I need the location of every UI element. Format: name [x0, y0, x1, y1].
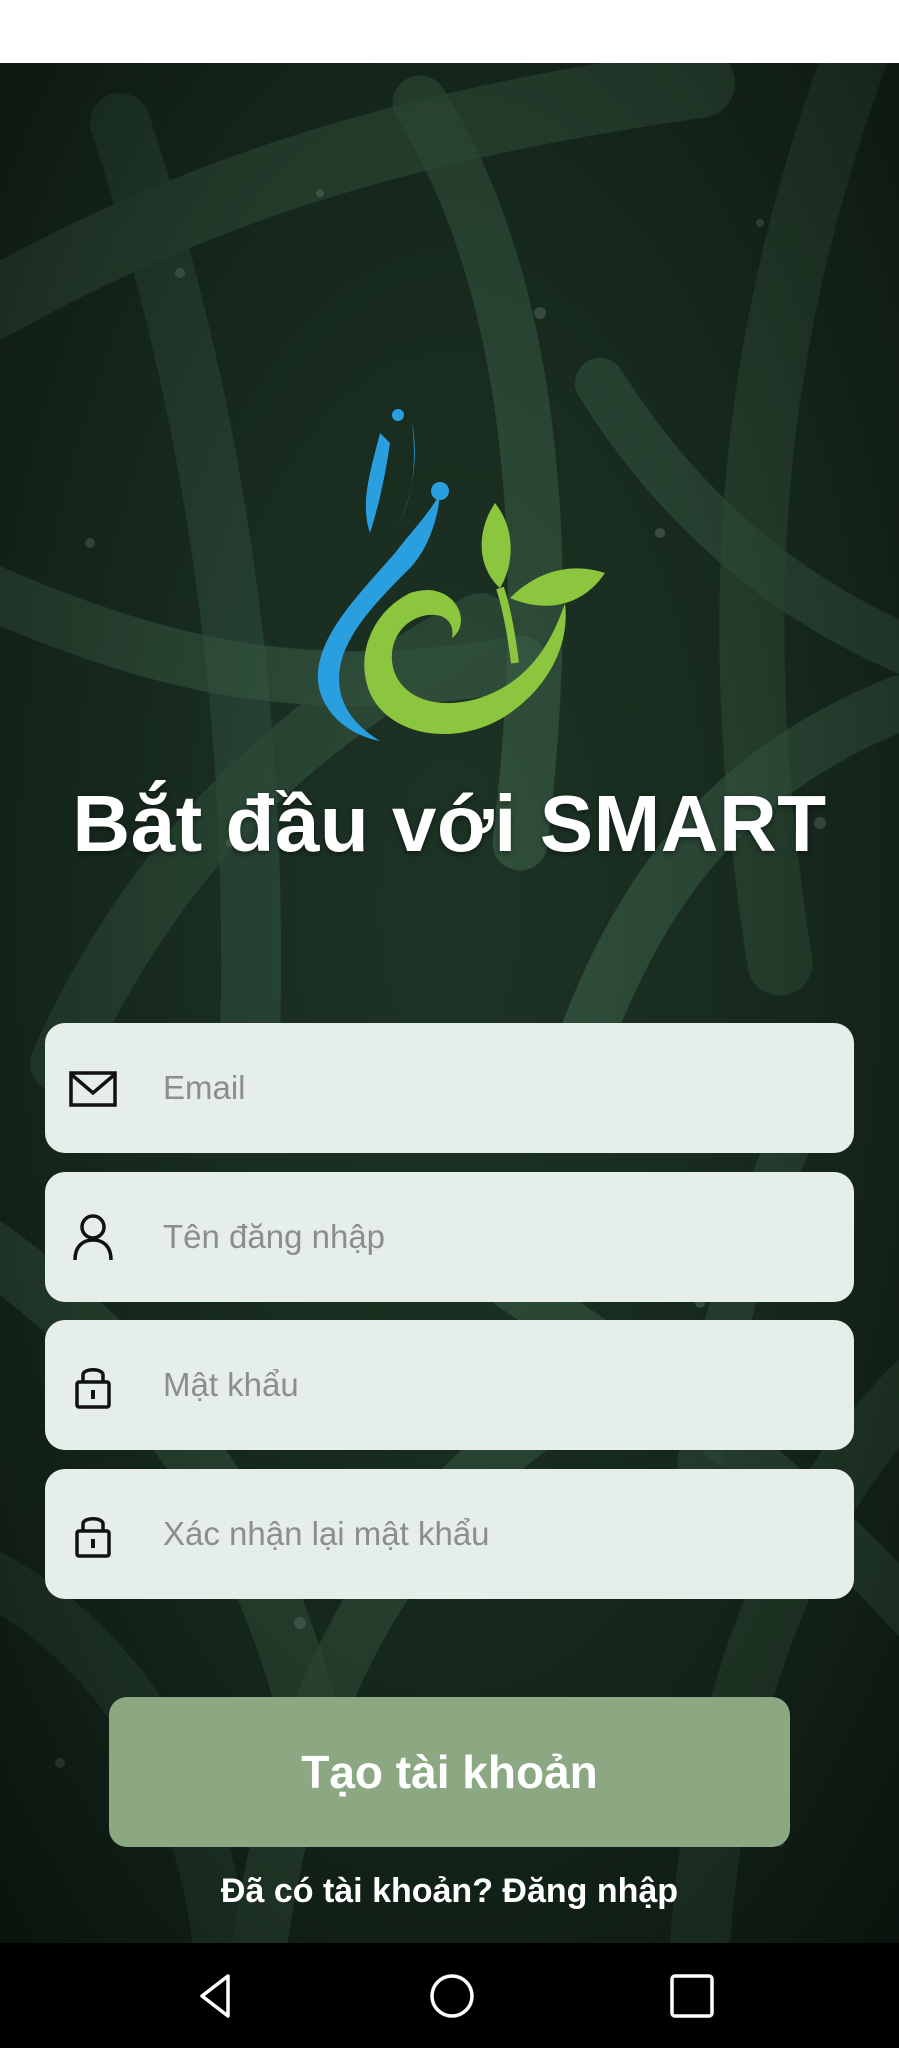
envelope-icon	[68, 1063, 118, 1113]
email-input[interactable]	[163, 1053, 823, 1123]
confirm-password-field[interactable]	[45, 1469, 854, 1599]
square-recents-icon[interactable]	[664, 1968, 720, 2024]
lock-icon	[68, 1360, 118, 1410]
background-image: Bắt đầu với SMART	[0, 63, 899, 1943]
password-field[interactable]	[45, 1320, 854, 1450]
smart-logo	[300, 403, 620, 753]
confirm-password-input[interactable]	[163, 1499, 823, 1569]
username-input[interactable]	[163, 1202, 823, 1272]
password-input[interactable]	[163, 1350, 823, 1420]
triangle-back-icon[interactable]	[188, 1968, 244, 2024]
circle-home-icon[interactable]	[424, 1968, 480, 2024]
login-link[interactable]: Đã có tài khoản? Đăng nhập	[0, 1872, 899, 1911]
user-icon	[68, 1212, 118, 1262]
status-bar	[0, 0, 899, 63]
page-title: Bắt đầu với SMART	[72, 779, 827, 868]
lock-icon	[68, 1509, 118, 1559]
create-account-button[interactable]: Tạo tài khoản	[109, 1697, 790, 1847]
system-nav-bar	[0, 1943, 899, 2048]
email-field[interactable]	[45, 1023, 854, 1153]
username-field[interactable]	[45, 1172, 854, 1302]
